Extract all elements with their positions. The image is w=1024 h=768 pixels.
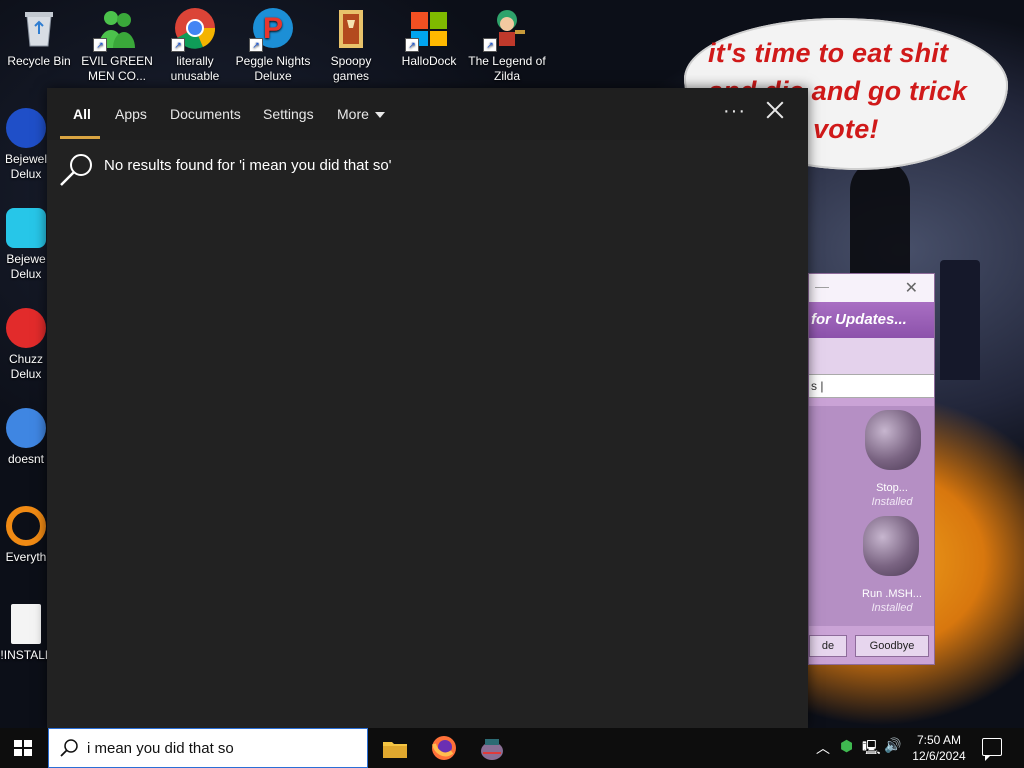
taskbar-search-box[interactable] [48, 728, 368, 768]
everything-search-icon [6, 506, 46, 546]
desktop-icon-label: EVIL GREEN MEN CO... [81, 54, 153, 83]
close-icon[interactable] [763, 98, 787, 122]
updater-left-button[interactable]: de [809, 635, 847, 657]
updater-address-field[interactable]: s | [809, 374, 934, 398]
chevron-up-icon[interactable]: ︿ [816, 738, 830, 758]
desktop-icon-bejeweled[interactable]: Bejewe Delux [0, 204, 52, 282]
chrome-icon: ↗ [171, 6, 217, 52]
green-people-icon: ↗ [93, 6, 139, 52]
clock[interactable]: 7:50 AM 12/6/2024 [904, 732, 974, 764]
desktop-icon-everything[interactable]: Everyth [0, 502, 52, 565]
item-status: Installed [871, 496, 913, 508]
tab-more-label: More [337, 106, 369, 122]
shortcut-arrow-icon: ↗ [93, 38, 107, 52]
clock-date: 12/6/2024 [912, 749, 966, 763]
desktop-icon-label: !INSTALL [0, 648, 52, 662]
start-button[interactable] [14, 740, 32, 756]
updater-spacer [809, 338, 934, 374]
network-icon[interactable]: 🖳 [862, 737, 881, 761]
windows-logo-icon [14, 740, 22, 747]
windows-logo-icon [24, 740, 32, 747]
desktop-icon-label: Chuzz Delux [8, 352, 43, 381]
folder-icon [329, 6, 373, 50]
network-activity-icon[interactable]: ⬢ [840, 737, 853, 755]
desktop-icon-bejeweled-2[interactable]: Bejewel Delux [0, 104, 52, 182]
updater-banner: for Updates... [809, 302, 934, 338]
desktop-icon-label: Bejewel Delux [4, 152, 48, 181]
svg-text:P: P [263, 12, 283, 45]
tab-apps[interactable]: Apps [115, 106, 147, 122]
recycle-bin-icon [17, 6, 61, 50]
desktop-icon-recycle-bin[interactable]: Recycle Bin [0, 0, 78, 69]
desktop-icon-legend-of-zilda[interactable]: ↗ The Legend of Zilda [468, 0, 546, 84]
desktop-icon-label: Peggle Nights Deluxe [235, 54, 311, 83]
no-results-message: No results found for 'i mean you did tha… [104, 157, 392, 174]
desktop-icon-evil-green-men[interactable]: ↗ EVIL GREEN MEN CO... [78, 0, 156, 84]
item-label: Stop... [876, 482, 908, 494]
desktop-icon-install[interactable]: !INSTALL [0, 600, 52, 663]
goodbye-button[interactable]: Goodbye [855, 635, 929, 657]
desktop-icon-label: Recycle Bin [7, 54, 71, 68]
bonzi-pot-icon[interactable] [478, 734, 506, 762]
desktop-icon-label: Spoopy games [330, 54, 372, 83]
minimize-icon[interactable]: — [815, 278, 829, 294]
desktop-icon-label: doesnt [7, 452, 45, 466]
firefox-icon[interactable] [430, 734, 458, 762]
desktop-icon-label: Bejewe Delux [6, 252, 46, 281]
pot-icon[interactable] [865, 410, 921, 470]
shortcut-arrow-icon: ↗ [249, 38, 263, 52]
desktop-icon-hallodock[interactable]: ↗ HalloDock [390, 0, 468, 69]
active-tab-indicator [60, 136, 100, 139]
pot-with-hat-icon[interactable] [863, 516, 919, 576]
item-label: Run .MSH... [862, 588, 922, 600]
chuzzle-icon [6, 308, 46, 348]
desktop-icon-label: HalloDock [401, 54, 457, 68]
text-file-icon [11, 604, 41, 644]
more-options-button[interactable]: ··· [723, 100, 746, 123]
updater-window[interactable]: — ✕ for Updates... s | Stop... Installed… [808, 273, 935, 665]
tab-all[interactable]: All [73, 106, 91, 122]
desktop-icon-label: Everyth [5, 550, 47, 564]
search-input[interactable] [87, 737, 357, 759]
close-icon[interactable]: ✕ [905, 278, 918, 298]
updater-items-pane: Stop... Installed Run .MSH... Installed [809, 406, 934, 626]
search-tabs: All Apps Documents Settings More ··· [47, 88, 808, 140]
desktop-icon-doesnt[interactable]: doesnt [0, 404, 52, 467]
clock-time: 7:50 AM [916, 733, 962, 747]
desktop-icon-chuzzle[interactable]: Chuzz Delux [0, 304, 52, 382]
search-flyout: All Apps Documents Settings More ··· No … [47, 88, 808, 728]
chevron-down-icon [374, 112, 385, 119]
volume-icon[interactable]: 🔊 [884, 737, 901, 754]
tab-settings[interactable]: Settings [263, 106, 314, 122]
shortcut-arrow-icon: ↗ [483, 38, 497, 52]
desktop-icon-label: The Legend of Zilda [468, 54, 546, 83]
wallpaper-tower [940, 260, 980, 380]
bejeweled-2-icon [6, 108, 46, 148]
diamond-icon [6, 208, 46, 248]
file-explorer-icon[interactable] [381, 734, 409, 762]
desktop-icon-literally-unusable[interactable]: ↗ literally unusable [156, 0, 234, 84]
windows-logo-icon [24, 749, 32, 756]
windows-logo-icon [14, 749, 22, 756]
desktop-icon-label: literally unusable [170, 54, 220, 83]
shortcut-arrow-icon: ↗ [171, 38, 185, 52]
tab-more[interactable]: More [337, 106, 385, 122]
no-results-row: No results found for 'i mean you did tha… [59, 152, 779, 188]
windows-logo-icon: ↗ [405, 6, 451, 52]
item-status: Installed [871, 602, 913, 614]
peggle-icon: P ↗ [249, 6, 295, 52]
game-character-icon: ↗ [483, 6, 529, 52]
desktop-icon-peggle-nights[interactable]: P ↗ Peggle Nights Deluxe [234, 0, 312, 84]
desktop-icon-spoopy-games[interactable]: Spoopy games [312, 0, 390, 84]
notification-icon[interactable] [982, 738, 1002, 761]
search-icon [60, 739, 78, 757]
taskbar: ︿ ⬢ 🖳 🔊 7:50 AM 12/6/2024 [0, 728, 1024, 768]
tab-documents[interactable]: Documents [170, 106, 241, 122]
thunderbird-icon [6, 408, 46, 448]
updater-titlebar[interactable]: — ✕ [809, 274, 934, 302]
shortcut-arrow-icon: ↗ [405, 38, 419, 52]
search-icon [60, 154, 92, 186]
